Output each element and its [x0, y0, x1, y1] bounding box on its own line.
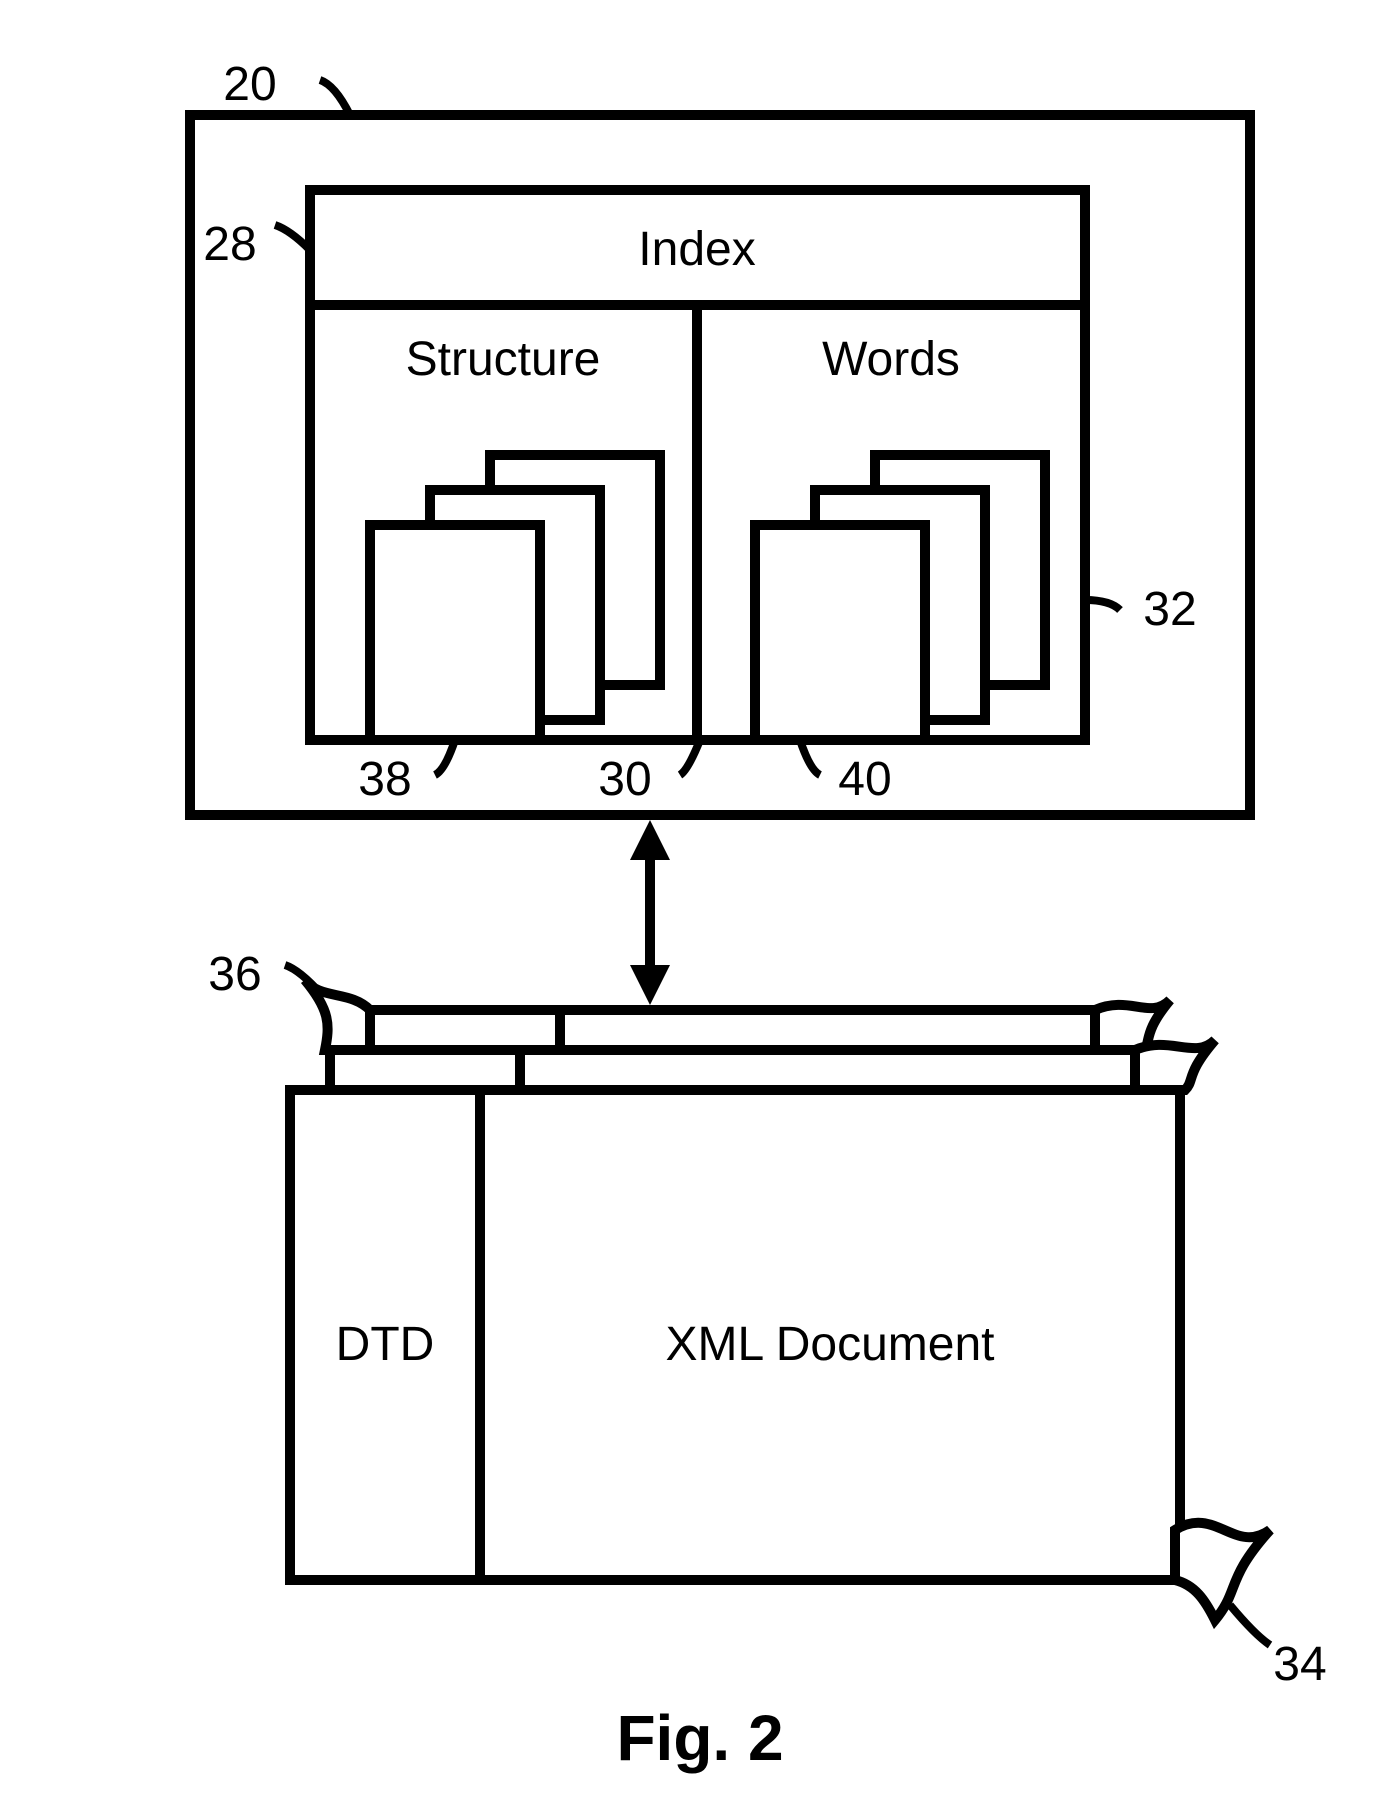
- ref-38: 38: [358, 753, 411, 806]
- tear-right-middle: [1135, 1040, 1215, 1090]
- figure-caption: Fig. 2: [616, 1702, 783, 1774]
- tear-bottom-right: [1175, 1523, 1270, 1620]
- dtd-label: DTD: [336, 1318, 435, 1371]
- ref-32: 32: [1143, 583, 1196, 636]
- ref-28: 28: [203, 218, 256, 271]
- words-title: Words: [822, 333, 960, 386]
- ref-30: 30: [598, 753, 651, 806]
- leader-34: [1230, 1605, 1270, 1645]
- ref-40: 40: [838, 753, 891, 806]
- index-title: Index: [638, 223, 755, 276]
- structure-title: Structure: [406, 333, 601, 386]
- xml-label: XML Document: [665, 1318, 994, 1371]
- ref-20: 20: [223, 58, 276, 111]
- leader-20: [320, 80, 350, 115]
- leader-36: [285, 965, 322, 995]
- ref-34: 34: [1273, 1638, 1326, 1691]
- ref-36: 36: [208, 948, 261, 1001]
- bidirectional-arrow: [630, 820, 670, 1005]
- figure-2-diagram: 20 Index Structure Words 28 32 30 38 40: [0, 0, 1387, 1810]
- middle-folder: [330, 1050, 1140, 1090]
- back-folder: [370, 1010, 1100, 1050]
- front-folder: DTD XML Document: [290, 1090, 1180, 1580]
